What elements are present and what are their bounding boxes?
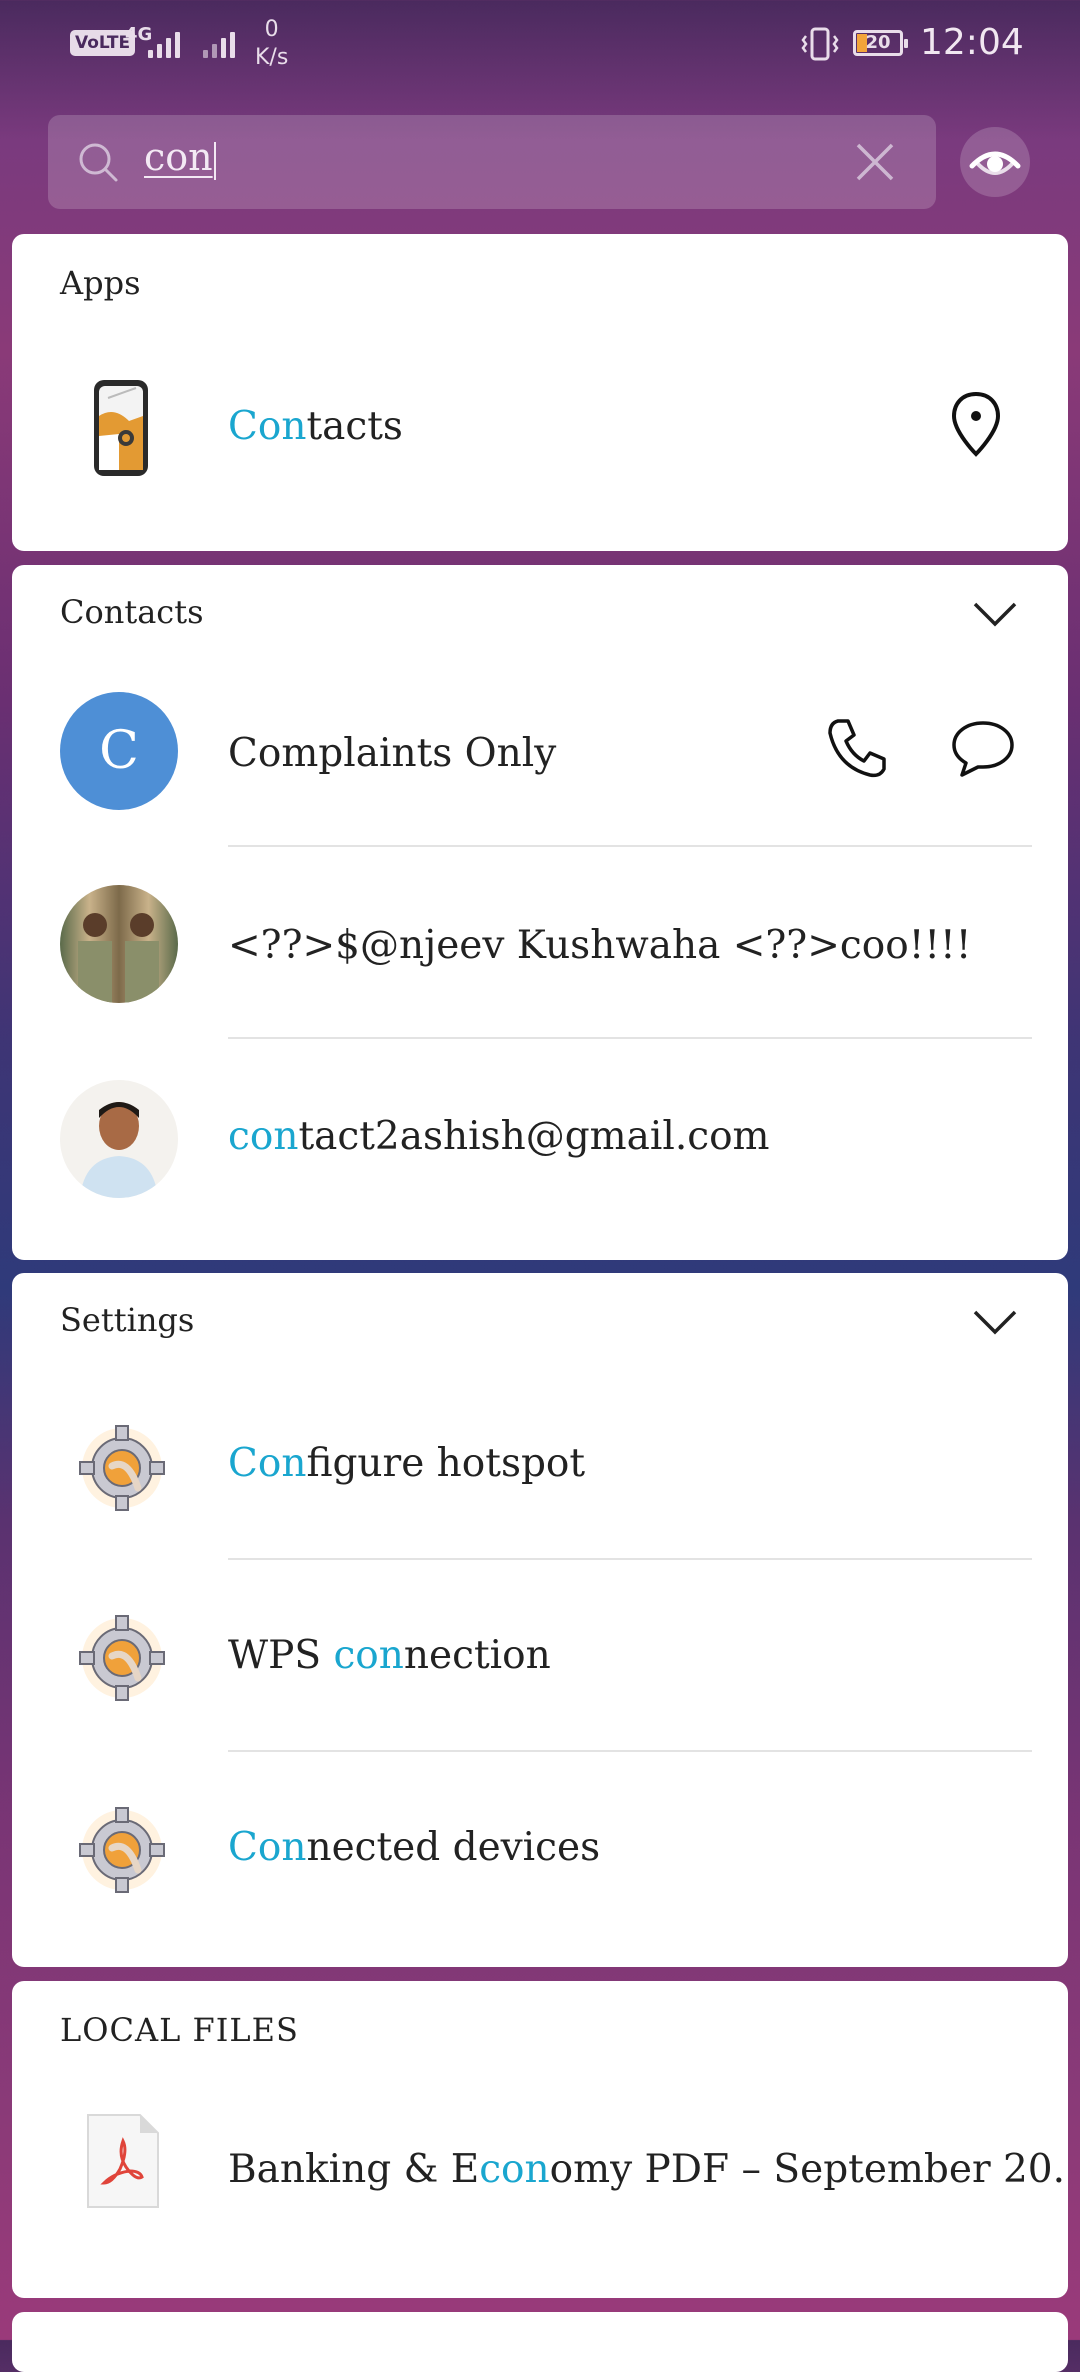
settings-gear-icon <box>79 1425 165 1511</box>
divider <box>228 1750 1032 1752</box>
app-item-contacts[interactable]: Contacts <box>12 354 1068 504</box>
battery-icon: 20 <box>853 30 908 56</box>
phone-icon[interactable] <box>824 715 890 781</box>
avatar <box>60 1080 178 1198</box>
contact-item[interactable]: C Complaints Only <box>12 685 1068 835</box>
avatar: C <box>60 692 178 810</box>
clock: 12:04 <box>920 22 1024 63</box>
settings-label: Configure hotspot <box>228 1441 586 1486</box>
section-title: Apps <box>60 264 141 302</box>
settings-item[interactable]: Connected devices <box>12 1770 1068 1930</box>
settings-label: WPS connection <box>228 1633 551 1678</box>
contacts-app-icon <box>94 380 148 476</box>
settings-item[interactable]: Configure hotspot <box>12 1388 1068 1548</box>
chevron-down-icon[interactable] <box>972 599 1018 629</box>
pdf-file-icon <box>87 2114 159 2208</box>
contact-name: Complaints Only <box>228 731 557 776</box>
search-input[interactable]: con <box>144 135 216 180</box>
contact-name: contact2ashish@gmail.com <box>228 1114 770 1159</box>
avatar <box>60 885 178 1003</box>
app-label: Contacts <box>228 404 403 449</box>
network-speed: 0 K/s <box>255 17 289 70</box>
signal-strength-icon <box>148 32 180 58</box>
contacts-section: Contacts C Complaints Only <??>$@njeev K… <box>12 565 1068 1260</box>
eye-icon <box>969 151 1021 175</box>
next-section <box>12 2312 1068 2372</box>
search-icon <box>79 143 118 182</box>
contact-item[interactable]: contact2ashish@gmail.com <box>12 1060 1068 1220</box>
section-title: Settings <box>60 1301 195 1339</box>
divider <box>228 1558 1032 1560</box>
settings-label: Connected devices <box>228 1825 601 1870</box>
contact-name: <??>$@njeev Kushwaha <??>coo!!!! <box>228 923 972 968</box>
message-icon[interactable] <box>950 717 1016 779</box>
file-item[interactable]: Banking & Economy PDF – September 20... <box>12 2091 1068 2261</box>
divider <box>228 845 1032 847</box>
signal-strength-2-icon <box>203 32 235 58</box>
search-bar[interactable]: con <box>48 115 936 209</box>
location-pin-icon[interactable] <box>946 390 1006 460</box>
privacy-eye-button[interactable] <box>960 127 1030 197</box>
vibrate-icon <box>801 27 839 61</box>
chevron-down-icon[interactable] <box>972 1307 1018 1337</box>
apps-section: Apps Contacts <box>12 234 1068 551</box>
local-files-section: LOCAL FILES Banking & Economy PDF – Sept… <box>12 1981 1068 2298</box>
clear-icon[interactable] <box>854 141 896 183</box>
divider <box>228 1037 1032 1039</box>
section-title: Contacts <box>60 593 204 631</box>
settings-item[interactable]: WPS connection <box>12 1578 1068 1738</box>
contact-item[interactable]: <??>$@njeev Kushwaha <??>coo!!!! <box>12 865 1068 1015</box>
settings-section: Settings Configure hotspot WPS connectio… <box>12 1273 1068 1967</box>
status-bar: VoLTE 4G 0 K/s 20 12:04 <box>0 0 1080 95</box>
settings-gear-icon <box>79 1615 165 1701</box>
section-title: LOCAL FILES <box>60 2011 299 2049</box>
file-name: Banking & Economy PDF – September 20... <box>228 2147 1068 2192</box>
settings-gear-icon <box>79 1807 165 1893</box>
